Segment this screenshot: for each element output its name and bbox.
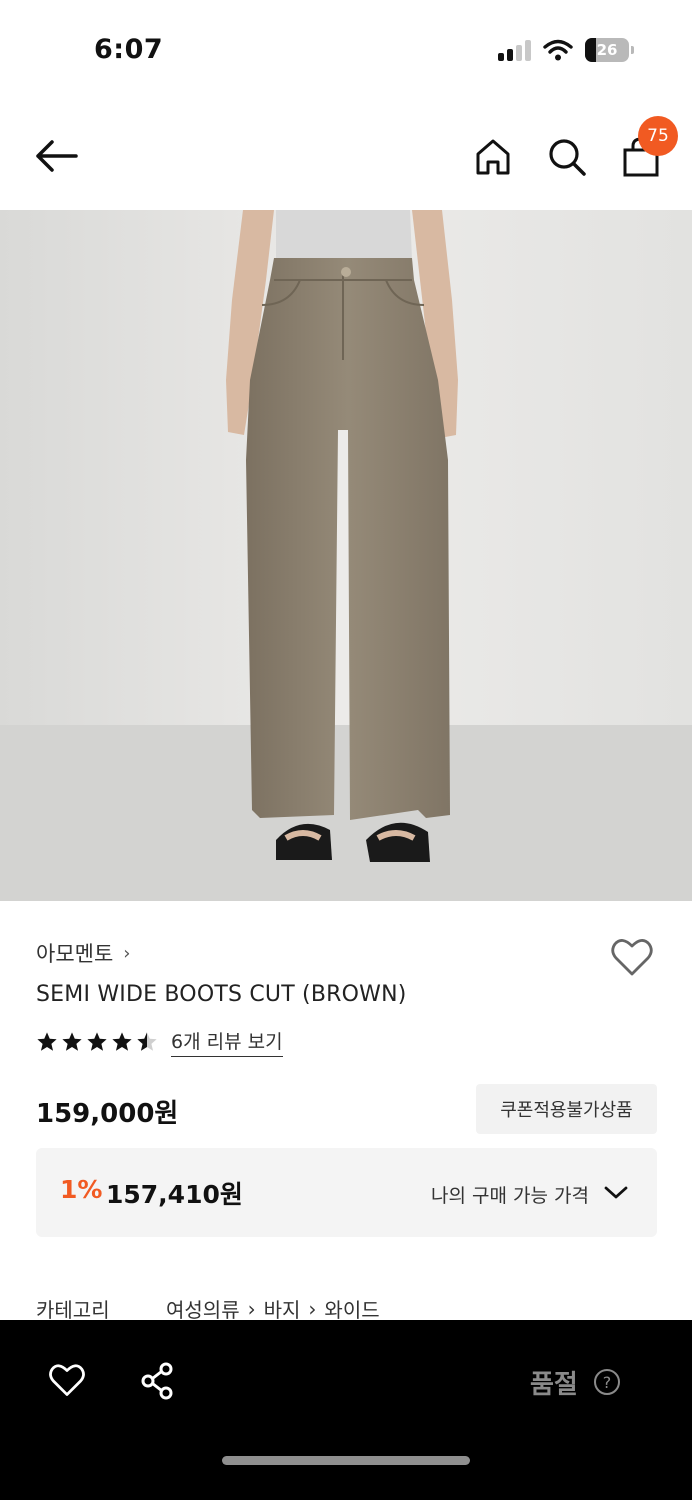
category-row: 카테고리 여성의류 › 바지 › 와이드 [36,1294,380,1323]
status-icons: 26 [498,38,634,62]
heart-icon [49,1364,85,1396]
my-price-label: 나의 구매 가능 가격 [431,1185,589,1207]
coupon-unavailable-badge: 쿠폰적용불가상품 [476,1084,657,1134]
product-photo [0,210,692,901]
discount-price: 157,410원 [106,1180,243,1209]
top-navigation [0,110,692,205]
star-icon [87,1032,107,1051]
battery-tip [631,46,634,54]
home-indicator [222,1456,470,1465]
category-label: 카테고리 [36,1298,110,1322]
product-title: SEMI WIDE BOOTS CUT (BROWN) [36,982,407,1007]
heart-icon [611,939,653,976]
search-icon [549,139,586,176]
original-price: 159,000원 [36,1099,179,1129]
category-item-wide[interactable]: 와이드 [324,1294,379,1323]
chevron-right-icon: › [247,1296,256,1321]
category-item-womens-clothing[interactable]: 여성의류 [166,1294,240,1323]
battery-level: 26 [596,41,618,59]
search-button[interactable] [546,136,588,178]
category-breadcrumb: 여성의류 › 바지 › 와이드 [166,1294,380,1323]
cellular-signal-icon [498,39,531,61]
help-icon[interactable]: ? [594,1369,620,1395]
share-icon [141,1362,173,1400]
status-time: 6:07 [94,34,164,65]
review-link[interactable]: 6개 리뷰 보기 [171,1027,283,1057]
bottom-wishlist-button[interactable] [48,1362,86,1398]
back-arrow-icon [36,140,78,172]
back-button[interactable] [32,136,80,176]
wifi-icon [543,39,573,61]
wishlist-button[interactable] [610,936,654,978]
share-button[interactable] [140,1362,176,1400]
chevron-right-icon: › [308,1296,317,1321]
category-item-pants[interactable]: 바지 [264,1294,301,1323]
star-icon [62,1032,82,1051]
chevron-right-icon: › [123,942,131,964]
home-button[interactable] [472,136,514,178]
home-icon [476,139,510,175]
star-icon [37,1032,57,1051]
brand-link[interactable]: 아모멘토 › [36,938,130,968]
battery-icon: 26 [585,38,629,62]
soldout-label: 품절 [530,1370,578,1400]
brand-name: 아모멘토 [36,942,114,966]
chevron-down-icon [604,1186,628,1199]
discount-rate: 1% [60,1175,103,1204]
star-icon [112,1032,132,1051]
star-half-icon [137,1032,157,1051]
cart-count-badge: 75 [638,116,678,156]
product-image[interactable] [0,210,692,901]
bottom-action-bar: 품절 ? [0,1320,692,1500]
rating-row: 6개 리뷰 보기 [36,1027,283,1057]
my-price-toggle[interactable]: 1% 157,410원 나의 구매 가능 가격 [36,1148,657,1237]
status-bar: 6:07 26 [0,0,692,100]
